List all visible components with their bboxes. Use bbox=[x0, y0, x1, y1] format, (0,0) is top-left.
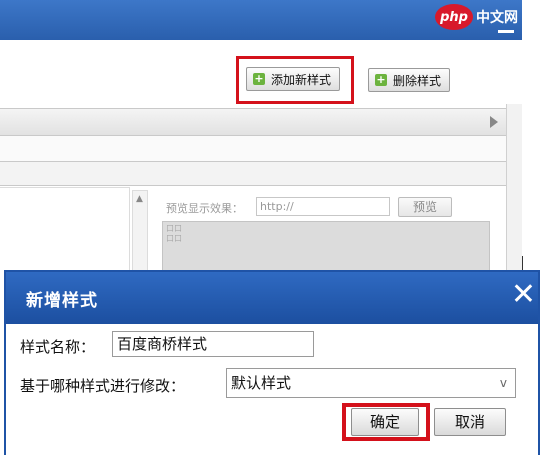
right-scrollbar[interactable] bbox=[506, 104, 522, 284]
minimize-icon bbox=[498, 30, 514, 33]
pane-scrollbar[interactable]: ▲ bbox=[132, 190, 148, 278]
preview-label: 预览显示效果： bbox=[166, 202, 243, 215]
chevron-down-icon[interactable]: v bbox=[500, 369, 507, 397]
plus-icon: + bbox=[253, 72, 265, 85]
preview-line: 口口 bbox=[166, 224, 182, 233]
preview-line: 口口 bbox=[166, 234, 182, 243]
preview-button[interactable]: 预览 bbox=[398, 197, 452, 217]
panel-row bbox=[0, 136, 506, 162]
base-style-label: 基于哪种样式进行修改： bbox=[20, 377, 186, 395]
panel-row bbox=[0, 162, 506, 186]
left-pane bbox=[0, 187, 130, 277]
dialog-header: 新增样式 ✕ bbox=[6, 272, 538, 324]
style-name-input[interactable]: 百度商桥样式 bbox=[112, 331, 314, 357]
watermark-text: 中文网 bbox=[476, 10, 518, 26]
preview-box: 口口 口口 bbox=[162, 221, 490, 273]
ok-button[interactable]: 确定 bbox=[351, 408, 419, 436]
delete-style-label: 删除样式 bbox=[393, 73, 442, 88]
plus-icon: + bbox=[375, 73, 387, 86]
add-style-button[interactable]: + 添加新样式 bbox=[246, 67, 341, 91]
cancel-button[interactable]: 取消 bbox=[434, 408, 506, 436]
watermark: php 中文网 bbox=[435, 4, 518, 30]
new-style-dialog: 新增样式 ✕ 样式名称： 百度商桥样式 基于哪种样式进行修改： 默认样式 v 确… bbox=[4, 270, 540, 455]
base-style-select[interactable]: 默认样式 v bbox=[226, 368, 516, 398]
dialog-title: 新增样式 bbox=[26, 291, 98, 311]
watermark-logo: php bbox=[435, 4, 473, 30]
close-icon[interactable]: ✕ bbox=[511, 278, 536, 312]
top-bar: php 中文网 bbox=[0, 0, 522, 40]
scroll-up-icon[interactable]: ▲ bbox=[136, 194, 143, 204]
add-style-label: 添加新样式 bbox=[271, 72, 332, 87]
preview-url-input[interactable]: http:// bbox=[256, 197, 390, 216]
delete-style-button[interactable]: + 删除样式 bbox=[368, 68, 451, 92]
dialog-body: 样式名称： 百度商桥样式 基于哪种样式进行修改： 默认样式 v 确定 取消 bbox=[6, 324, 538, 455]
base-style-value: 默认样式 bbox=[231, 374, 292, 392]
tab-strip bbox=[0, 108, 506, 136]
style-name-label: 样式名称： bbox=[20, 338, 96, 356]
scroll-right-icon[interactable] bbox=[490, 116, 498, 128]
